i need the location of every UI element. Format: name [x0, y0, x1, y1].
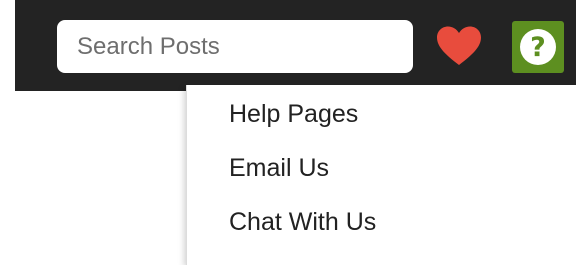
question-mark-icon: ?: [520, 29, 556, 65]
heart-icon[interactable]: [436, 26, 482, 66]
menu-item-help-pages[interactable]: Help Pages: [229, 100, 358, 129]
menu-item-email-us[interactable]: Email Us: [229, 154, 329, 183]
top-navigation-bar: [15, 0, 576, 91]
menu-item-chat-with-us[interactable]: Chat With Us: [229, 208, 376, 237]
help-dropdown-menu: Help Pages Email Us Chat With Us: [186, 85, 576, 265]
help-button[interactable]: ?: [512, 21, 564, 73]
search-input[interactable]: [75, 31, 413, 62]
search-box[interactable]: [57, 20, 413, 73]
